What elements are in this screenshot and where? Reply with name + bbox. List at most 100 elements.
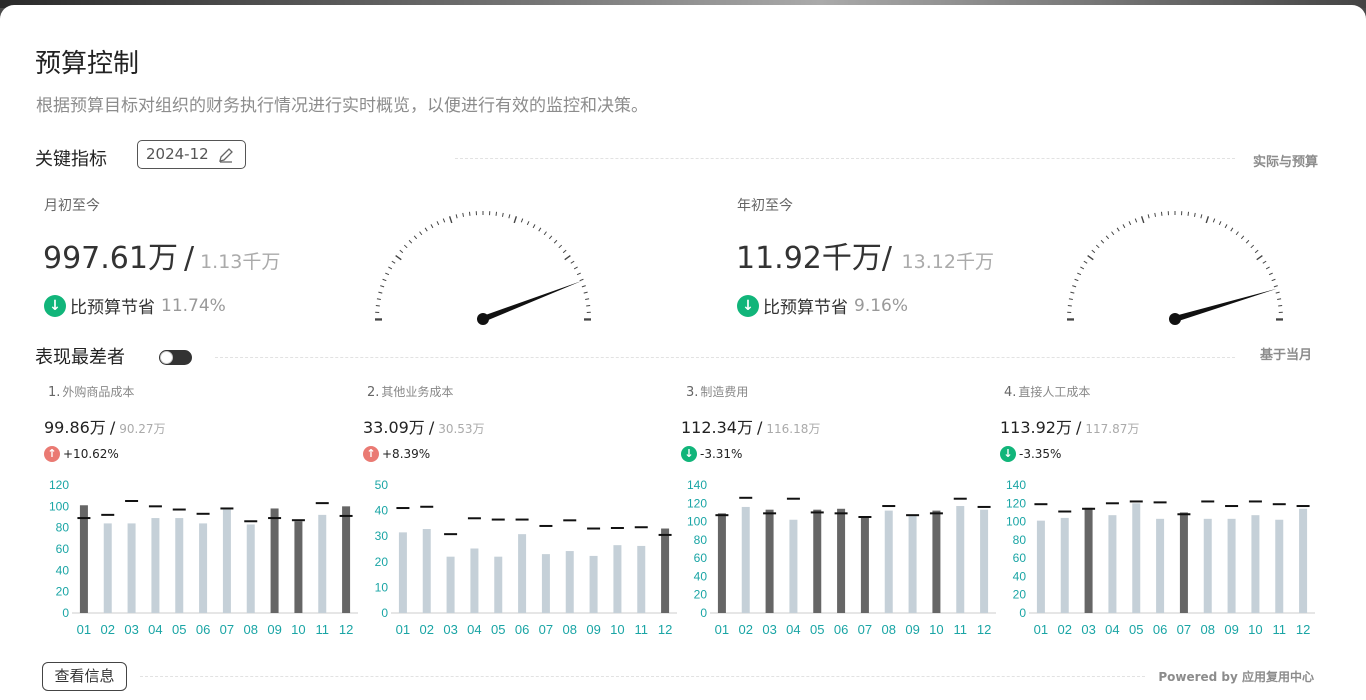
panel-separator: / — [757, 418, 763, 437]
page-title: 预算控制 — [35, 49, 140, 79]
gauge-tick — [526, 221, 530, 226]
gauge-tick — [399, 249, 404, 254]
gauge-tick — [375, 304, 380, 307]
panel-variance: ↓ -3.35% — [1000, 446, 1061, 462]
x-tick-label: 03 — [443, 622, 457, 637]
x-tick-label: 12 — [658, 622, 672, 637]
gauge-tick — [413, 235, 418, 240]
y-tick-label: 0 — [62, 606, 69, 620]
gauge-tick — [570, 260, 575, 264]
bar-actual — [318, 514, 327, 613]
bar-actual — [422, 529, 431, 613]
gauge-tick — [1187, 211, 1190, 216]
bar-actual — [932, 510, 941, 613]
y-tick-label: 80 — [56, 521, 70, 535]
gauge-tick — [1278, 304, 1283, 307]
x-tick-label: 01 — [77, 622, 91, 637]
gauge-tick — [543, 231, 547, 236]
gauge-tick — [1250, 244, 1255, 249]
based-on-month-label: 基于当月 — [1259, 348, 1312, 363]
bar-actual — [127, 523, 136, 613]
worst-toggle[interactable] — [159, 350, 192, 365]
x-tick-label: 08 — [882, 622, 896, 637]
panel-pct: +8.39% — [382, 447, 431, 461]
panel-value: 99.86万/90.27万 — [44, 414, 166, 438]
gauge-tick — [1271, 278, 1276, 282]
panel-value: 113.92万/117.87万 — [1000, 414, 1139, 438]
mtd-status: ↓ 比预算节省 11.74% — [44, 293, 226, 318]
y-tick-label: 0 — [1019, 606, 1026, 620]
bar-actual — [956, 506, 965, 613]
gauge-tick — [1105, 235, 1110, 240]
y-tick-label: 120 — [687, 496, 707, 510]
y-tick-label: 100 — [687, 515, 707, 529]
gauge-tick — [1265, 266, 1270, 270]
y-tick-label: 60 — [56, 542, 70, 556]
x-tick-label: 05 — [172, 622, 186, 637]
x-tick-label: 06 — [834, 622, 848, 637]
y-tick-label: 60 — [694, 551, 708, 565]
gauge-needle — [481, 280, 582, 322]
gauge-tick — [1205, 216, 1210, 224]
x-tick-label: 09 — [905, 622, 919, 637]
bar-actual — [398, 532, 407, 613]
y-tick-label: 120 — [1006, 496, 1026, 510]
y-tick-label: 20 — [375, 555, 389, 569]
bar-actual — [518, 534, 527, 613]
y-tick-label: 80 — [694, 533, 708, 547]
date-picker[interactable]: 2024-12 — [137, 140, 246, 169]
y-tick-label: 20 — [1013, 588, 1027, 602]
ytd-actual: 11.92千万 — [736, 241, 882, 276]
bar-actual — [717, 513, 726, 613]
y-tick-label: 0 — [700, 606, 707, 620]
bar-actual — [222, 509, 231, 613]
gauge-tick — [495, 211, 498, 216]
gauge-needle — [1174, 288, 1277, 322]
gauge-tick — [532, 224, 536, 229]
gauge-tick — [562, 249, 567, 254]
gauge-tick — [1067, 304, 1072, 307]
bar-actual — [199, 523, 208, 613]
y-tick-label: 50 — [375, 478, 389, 492]
x-tick-label: 10 — [929, 622, 943, 637]
gauge-tick — [1256, 254, 1263, 261]
gauge-tick — [513, 216, 518, 224]
x-tick-label: 02 — [739, 622, 753, 637]
gauge-tick — [391, 260, 396, 264]
bar-actual — [79, 505, 88, 613]
bar-actual — [789, 519, 798, 613]
gauge-tick — [586, 304, 591, 307]
y-tick-label: 100 — [49, 499, 69, 513]
gauge-tick — [538, 227, 542, 232]
y-tick-label: 40 — [1013, 569, 1027, 583]
x-tick-label: 09 — [586, 622, 600, 637]
panel-variance: ↑ +8.39% — [363, 446, 430, 462]
x-tick-label: 04 — [786, 622, 800, 637]
x-tick-label: 07 — [539, 622, 553, 637]
gauge-tick — [442, 218, 446, 223]
y-tick-label: 20 — [694, 588, 708, 602]
section-divider — [215, 357, 1235, 358]
footer-divider — [140, 676, 1145, 677]
view-info-button[interactable]: 查看信息 — [42, 662, 127, 691]
x-tick-label: 02 — [101, 622, 115, 637]
gauge-tick — [1140, 216, 1145, 224]
panel-budget: 30.53万 — [438, 422, 485, 436]
bar-actual — [1179, 512, 1188, 613]
gauge-tick — [385, 272, 390, 276]
x-tick-label: 10 — [1248, 622, 1262, 637]
bar-actual — [541, 554, 550, 613]
x-tick-label: 06 — [1153, 622, 1167, 637]
bar-actual — [813, 509, 822, 613]
ytd-gauge — [1067, 211, 1283, 325]
x-tick-label: 07 — [1177, 622, 1191, 637]
gauge-tick — [1077, 272, 1082, 276]
bar-actual — [637, 545, 646, 613]
x-tick-label: 08 — [1201, 622, 1215, 637]
panel-rank: 1. — [48, 385, 61, 400]
x-tick-label: 11 — [954, 622, 968, 637]
bar-actual — [661, 528, 670, 613]
gauge-tick — [564, 254, 571, 261]
actual-vs-budget-label: 实际与预算 — [1252, 155, 1318, 170]
gauge-tick — [548, 235, 553, 240]
